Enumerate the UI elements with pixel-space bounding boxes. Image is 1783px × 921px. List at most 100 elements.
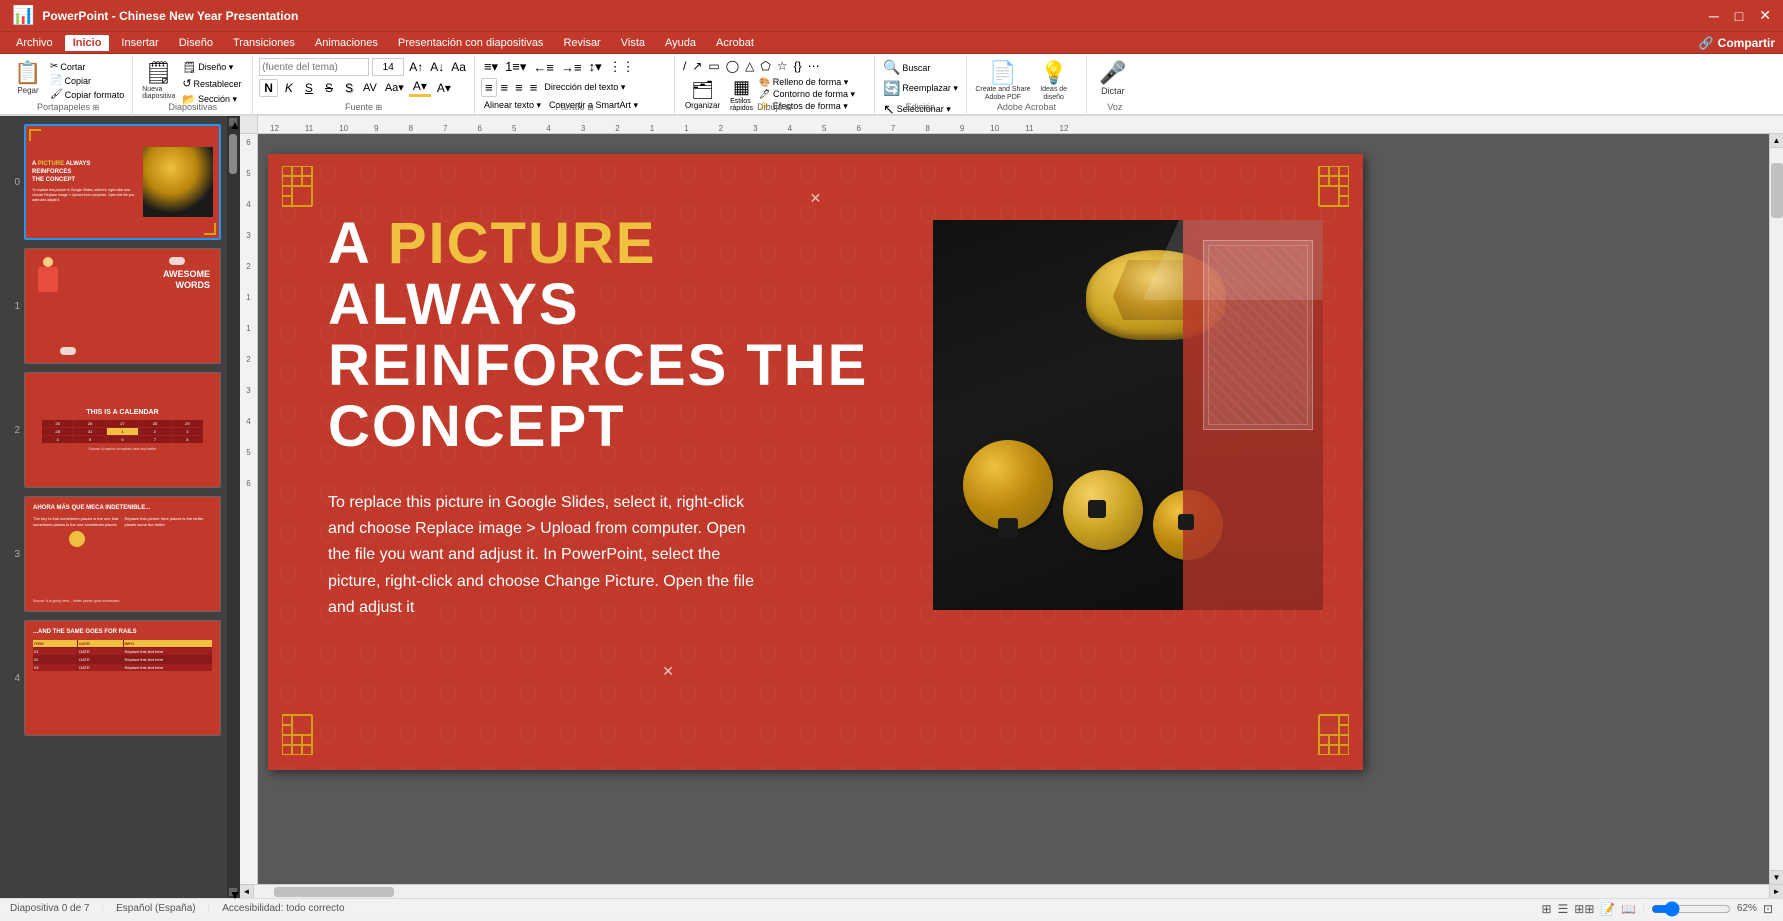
decrease-indent[interactable]: ←≡	[530, 59, 557, 76]
contorno-forma-button[interactable]: 🖊 Contorno de forma ▾	[759, 89, 855, 100]
relleno-forma-button[interactable]: 🎨 Relleno de forma ▾	[759, 77, 855, 88]
menu-item-transiciones[interactable]: Transiciones	[225, 35, 303, 51]
menu-item-revisar[interactable]: Revisar	[555, 35, 608, 51]
view-sorter-button[interactable]: ⊞⊞	[1574, 902, 1594, 916]
shape-rect[interactable]: ▭	[706, 58, 721, 74]
font-size-input[interactable]	[372, 58, 404, 76]
menu-item-diseno[interactable]: Diseño	[171, 35, 221, 51]
highlight-button[interactable]: A▾	[433, 80, 455, 96]
shape-more[interactable]: ⋯	[806, 58, 822, 74]
ribbon: 📋 Pegar ✂ Cortar 📄 Copiar 🖌 Copiar forma…	[0, 54, 1783, 116]
scroll-thumb[interactable]	[1771, 163, 1783, 218]
menu-item-ayuda[interactable]: Ayuda	[657, 35, 704, 51]
menu-item-insertar[interactable]: Insertar	[113, 35, 166, 51]
dictar-button[interactable]: 🎤 Dictar	[1093, 58, 1133, 98]
case-button[interactable]: Aa▾	[382, 80, 407, 95]
slide-item-3[interactable]: AHORA MÁS QUE MECA INDETENIBLE... The ke…	[24, 496, 221, 612]
minimize-icon[interactable]: ─	[1709, 8, 1719, 24]
bullets-button[interactable]: ≡▾	[481, 58, 501, 76]
pegar-button[interactable]: 📋 Pegar	[10, 58, 46, 97]
restablecer-button[interactable]: ↺ Restablecer	[180, 76, 243, 91]
buscar-icon: 🔍	[883, 59, 900, 76]
slide-panel-scrollbar[interactable]: ▲ ▼	[227, 116, 239, 898]
align-justify[interactable]: ≡	[527, 79, 541, 96]
create-share-pdf-icon: 📄	[989, 60, 1016, 86]
separator-1: |	[102, 903, 105, 914]
active-slide[interactable]: ✕ ✕ A PICTURE ALWAYS REINFORCES THE CONC…	[268, 154, 1363, 770]
canvas-scrollbar-horizontal[interactable]: ◄ ►	[240, 884, 1783, 898]
align-center[interactable]: ≡	[498, 79, 512, 96]
fuente-group-label: Fuente ⊞	[253, 102, 474, 112]
scroll-down-button[interactable]: ▼	[1770, 870, 1783, 884]
scroll-up-button[interactable]: ▲	[1770, 134, 1783, 148]
zoom-slider[interactable]	[1651, 903, 1731, 915]
share-button[interactable]: Compartir	[1718, 36, 1775, 50]
canvas-scrollbar-vertical[interactable]: ▲ ▼	[1769, 134, 1783, 884]
slide-item-1[interactable]: AWESOMEWORDS	[24, 248, 221, 364]
nueva-diapositiva-button[interactable]: 🗒 Nuevadiapositiva	[139, 58, 178, 102]
diseno-button[interactable]: 🗒 Diseño ▾	[180, 60, 243, 75]
menu-item-inicio[interactable]: Inicio	[65, 35, 110, 51]
view-normal-button[interactable]: ⊞	[1541, 902, 1551, 916]
slide-text-block[interactable]: A PICTURE ALWAYS REINFORCES THE CONCEPT …	[328, 214, 888, 622]
view-outline-button[interactable]: ☰	[1558, 902, 1569, 916]
view-notes-button[interactable]: 📝	[1600, 902, 1615, 916]
menu-item-presentacion[interactable]: Presentación con diapositivas	[390, 35, 552, 51]
shape-triangle[interactable]: △	[743, 58, 756, 74]
zoom-fit-button[interactable]: ⊡	[1763, 902, 1773, 916]
font-size-decrease[interactable]: A↓	[428, 60, 446, 74]
buscar-button[interactable]: 🔍 Buscar	[881, 58, 960, 77]
align-left[interactable]: ≡	[481, 78, 497, 97]
slide-body: To replace this picture in Google Slides…	[328, 490, 768, 622]
ribbon-group-diapositivas: 🗒 Nuevadiapositiva 🗒 Diseño ▾ ↺ Restable…	[133, 56, 253, 114]
slide-item-2[interactable]: THIS IS A CALENDAR 25 26 27 28 29 28 31 …	[24, 372, 221, 488]
hscroll-left[interactable]: ◄	[240, 885, 254, 899]
shape-arrow[interactable]: ↗	[690, 58, 704, 74]
font-family-select[interactable]	[259, 58, 369, 76]
selection-handle-bottom[interactable]: ✕	[662, 663, 674, 680]
maximize-icon[interactable]: □	[1735, 8, 1743, 24]
underline-button[interactable]: S	[300, 79, 318, 97]
italic-button[interactable]: K	[280, 79, 298, 97]
shape-circle[interactable]: ◯	[724, 58, 741, 74]
line-spacing[interactable]: ↕▾	[586, 58, 605, 76]
cortar-button[interactable]: ✂ Cortar	[48, 60, 126, 73]
font-clear-format[interactable]: Aa	[449, 60, 468, 74]
menu-item-acrobat[interactable]: Acrobat	[708, 35, 762, 51]
menu-item-animaciones[interactable]: Animaciones	[307, 35, 386, 51]
font-size-increase[interactable]: A↑	[407, 60, 425, 74]
align-right[interactable]: ≡	[512, 79, 526, 96]
bold-button[interactable]: N	[259, 79, 278, 97]
close-icon[interactable]: ✕	[1759, 7, 1771, 24]
reemplazar-button[interactable]: 🔄 Reemplazar ▾	[881, 79, 960, 98]
increase-indent[interactable]: →≡	[558, 59, 585, 76]
menu-item-archivo[interactable]: Archivo	[8, 35, 61, 51]
shape-star[interactable]: ☆	[775, 58, 790, 74]
organizar-icon: 🗂	[691, 80, 714, 101]
slide-item-4[interactable]: ...AND THE SAME GOES FOR RAILS ITEM DATE…	[24, 620, 221, 736]
parrafo-group-label: Párrafo ⊞	[475, 102, 674, 112]
ideas-diseno-button[interactable]: 💡 Ideas dediseño	[1037, 58, 1070, 105]
text-direction[interactable]: Dirección del texto ▾	[541, 81, 628, 94]
shadow-button[interactable]: S	[340, 79, 358, 97]
copiar-button[interactable]: 📄 Copiar	[48, 74, 126, 87]
hscroll-thumb[interactable]	[274, 887, 394, 897]
slide-image[interactable]	[933, 220, 1323, 610]
slide-item-0[interactable]: A PICTURE ALWAYSREINFORCESTHE CONCEPT To…	[24, 124, 221, 240]
view-reading-button[interactable]: 📖	[1621, 902, 1636, 916]
menu-item-vista[interactable]: Vista	[613, 35, 653, 51]
selection-handle-top[interactable]: ✕	[810, 190, 822, 207]
slide-number-1: 1	[6, 301, 20, 312]
create-share-pdf-button[interactable]: 📄 Create and ShareAdobe PDF	[973, 58, 1033, 105]
hscroll-right[interactable]: ►	[1769, 885, 1783, 899]
shape-line[interactable]: /	[681, 58, 688, 74]
strikethrough-button[interactable]: S	[320, 79, 338, 97]
slide-title-line1: A PICTURE ALWAYS	[328, 214, 888, 336]
columns-button[interactable]: ⋮⋮	[606, 58, 638, 76]
copiar-formato-button[interactable]: 🖌 Copiar formato	[48, 88, 126, 101]
shape-pentagon[interactable]: ⬠	[758, 58, 772, 74]
char-spacing-button[interactable]: AV	[360, 81, 380, 95]
font-color-button[interactable]: A▾	[409, 78, 431, 97]
numbering-button[interactable]: 1≡▾	[502, 58, 529, 76]
shape-bracket[interactable]: {}	[792, 58, 804, 74]
